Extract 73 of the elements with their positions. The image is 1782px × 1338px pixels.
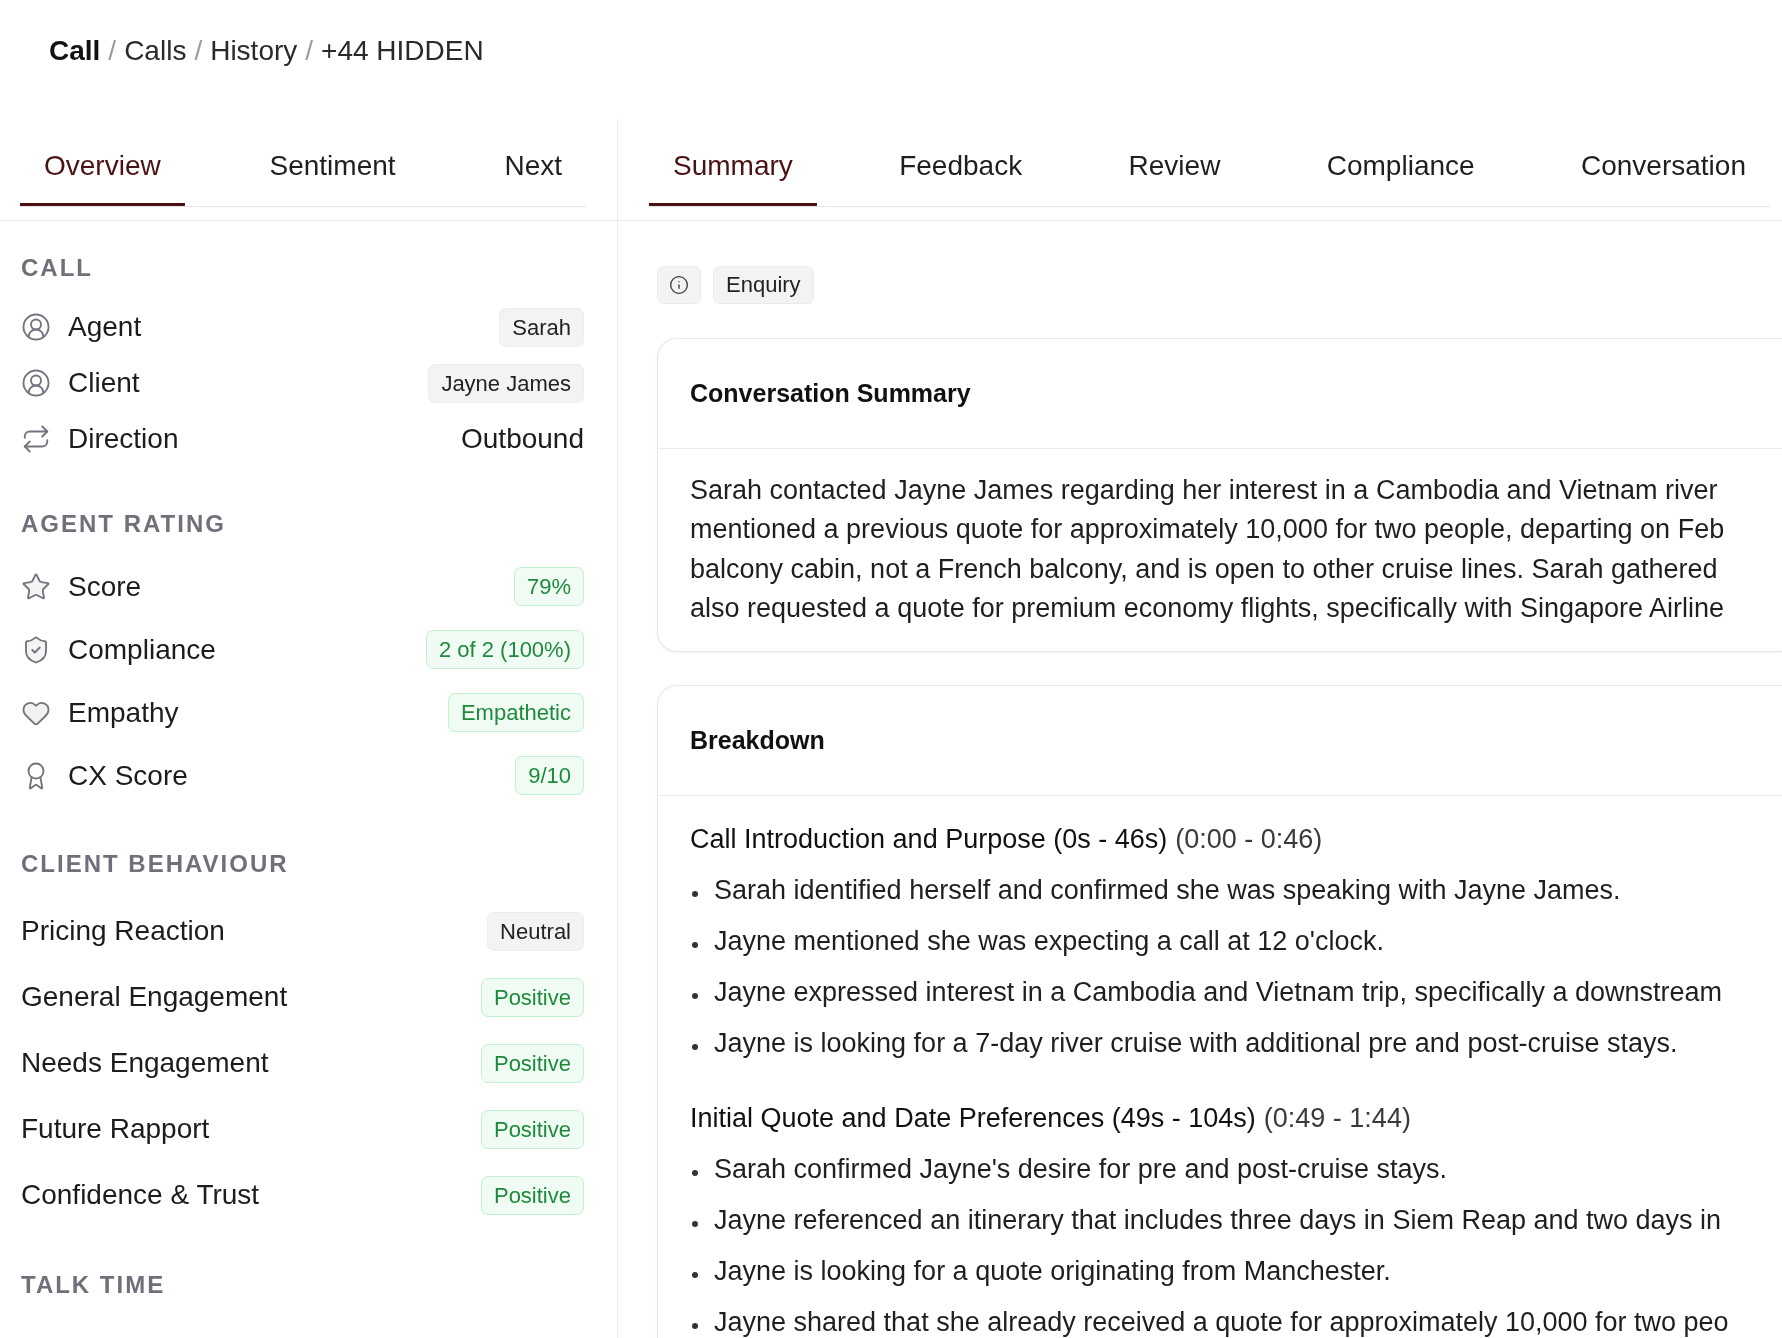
breadcrumb-current: +44 HIDDEN [321, 34, 484, 68]
card-title: Breakdown [690, 726, 825, 756]
row-label: Agent [68, 311, 142, 343]
bullet-text: Jayne is looking for a 7-day river cruise with additional pre and post-cruise stays. [714, 1028, 1678, 1060]
value-tag: Neutral [487, 911, 584, 951]
summary-paragraph: Sarah contacted Jayne James regarding her interest in a Cambodia and Vietnam river mentioned a previous quote for approximately 10,000 for two people, departing on Feb balcony cabin, not a French balcony, and is open to other cruise lines. Sarah gathered also requested a quote for premium economy flights, specifically with Singapore Airline [689, 474, 1726, 625]
info-button[interactable] [657, 266, 701, 304]
row-label: Compliance [68, 633, 216, 666]
bullet-text: Sarah confirmed Jayne's desire for pre and post-cruise stays. [714, 1154, 1447, 1186]
tab[interactable]: Review [1104, 128, 1245, 206]
bullet-icon [692, 941, 698, 948]
bullet-icon [692, 1322, 698, 1329]
section-heading: CLIENT BEHAVIOUR [21, 849, 289, 879]
row-label: Needs Engagement [21, 1047, 269, 1079]
breadcrumb-separator: / [305, 34, 314, 68]
value-tag: Positive [480, 1175, 584, 1215]
row-label: Confidence & Trust [21, 1179, 260, 1211]
tab[interactable]: Summary [649, 128, 817, 206]
value-tag: Positive [480, 1043, 584, 1083]
row-label: Direction [68, 423, 179, 455]
value-tag: Positive [480, 1109, 584, 1149]
row-label: Score [68, 570, 142, 603]
section-heading: AGENT RATING [21, 509, 226, 539]
row-label: CX Score [68, 759, 188, 792]
bullet-icon [692, 992, 698, 999]
tab[interactable]: Conversation [1557, 128, 1770, 206]
bullet-icon [692, 1220, 698, 1227]
tab[interactable]: Sentiment [245, 128, 420, 206]
value-tag: Empathetic [447, 693, 584, 732]
star-icon [21, 571, 51, 602]
user-circle-icon [21, 368, 51, 398]
breadcrumb-separator: / [194, 34, 203, 68]
value-tag: Jayne James [428, 363, 584, 403]
row-label: Empathy [68, 696, 179, 729]
page-title: Call [49, 34, 101, 68]
bullet-text: Jayne referenced an itinerary that includes three days in Siem Reap and two days in [714, 1205, 1722, 1237]
row-label: Client [68, 367, 140, 399]
bullet-text: Sarah identified herself and confirmed she was speaking with Jayne James. [714, 875, 1621, 907]
row-label: Future Rapport [21, 1113, 210, 1145]
breadcrumb-link[interactable]: Calls [124, 33, 187, 69]
time-range: (0:49 - 1:44) [1263, 1103, 1411, 1135]
repeat-arrows-icon [21, 424, 51, 454]
value-tag: 79% [513, 567, 584, 606]
tab[interactable]: Overview [20, 128, 185, 206]
row-label: General Engagement [21, 981, 288, 1013]
value-text: Outbound [461, 423, 584, 455]
bullet-icon [692, 890, 698, 897]
bullet-text: Jayne expressed interest in a Cambodia and Vietnam trip, specifically a downstream [714, 977, 1723, 1009]
time-range: (0:00 - 0:46) [1175, 824, 1323, 856]
tab[interactable]: Feedback [875, 128, 1047, 206]
value-tag: 9/10 [515, 756, 584, 795]
bullet-icon [692, 1169, 698, 1176]
section-heading: TALK TIME [21, 1270, 166, 1300]
card-title: Conversation Summary [690, 379, 971, 408]
category-tag: Enquiry [713, 266, 814, 304]
value-tag: Sarah [499, 307, 584, 347]
row-label: Pricing Reaction [21, 915, 225, 947]
section-heading: CALL [21, 253, 93, 283]
user-circle-icon [21, 312, 51, 342]
bullet-icon [692, 1271, 698, 1278]
bullet-icon [692, 1043, 698, 1050]
tab[interactable]: Compliance [1302, 128, 1499, 206]
bullet-text: Jayne mentioned she was expecting a call at 12 o'clock. [714, 926, 1385, 958]
breadcrumb-link[interactable]: History [210, 33, 298, 69]
bullet-text: Jayne is looking for a quote originating from Manchester. [714, 1256, 1391, 1288]
section-title: Call Introduction and Purpose (0s - 46s) [690, 824, 1168, 856]
info-icon [669, 275, 689, 295]
value-tag: 2 of 2 (100%) [425, 630, 584, 669]
tab[interactable]: Next [480, 128, 586, 206]
section-title: Initial Quote and Date Preferences (49s - 104s) [690, 1103, 1256, 1135]
breadcrumb-separator: / [108, 34, 117, 68]
bullet-text: Jayne shared that she already received a quote for approximately 10,000 for two peo [714, 1307, 1729, 1338]
value-tag: Positive [480, 977, 584, 1017]
